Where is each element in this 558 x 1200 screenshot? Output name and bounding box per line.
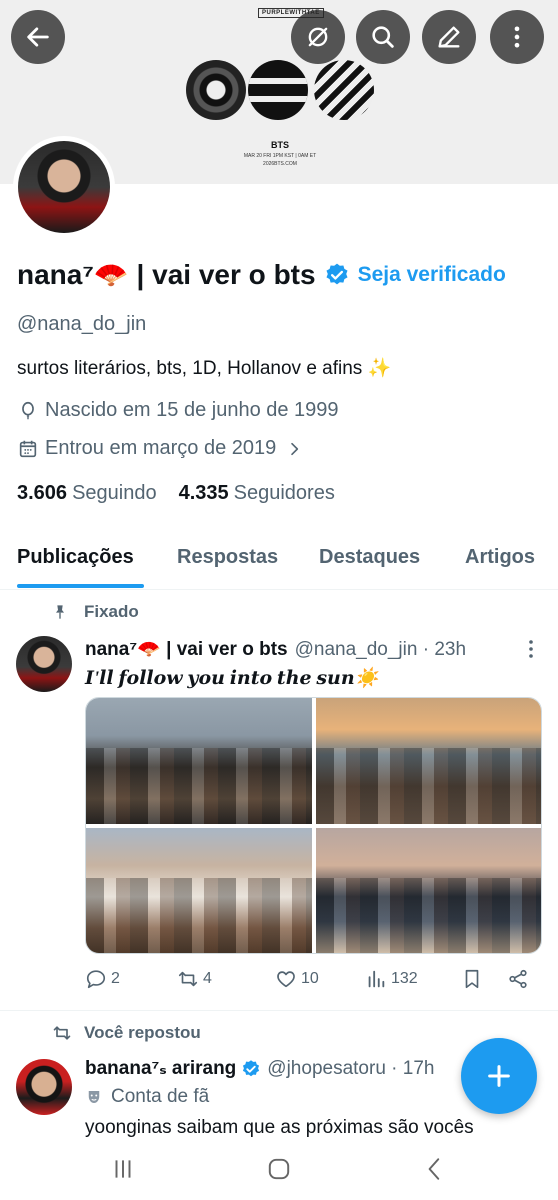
birth-date-row: Nascido em 15 de junho de 1999 <box>17 399 339 422</box>
repost-icon <box>178 971 198 987</box>
repost-button[interactable]: 4 <box>177 968 212 990</box>
following-label: Seguindo <box>72 482 157 504</box>
reply-count: 2 <box>111 970 120 987</box>
tweet-header-2: banana⁷ₛ arirang @jhopesatoru · 17h <box>85 1057 475 1080</box>
verified-badge-icon <box>326 263 348 284</box>
profile-handle: @nana_do_jin <box>17 313 147 335</box>
fan-account-label: Conta de fã <box>111 1086 210 1107</box>
views-count: 132 <box>391 970 418 987</box>
edit-button[interactable] <box>422 10 476 64</box>
tweet-author-name[interactable]: nana⁷🪭 | vai ver o bts <box>85 637 288 661</box>
banner-title: BTS <box>271 140 289 150</box>
recent-apps-button[interactable] <box>108 1154 138 1184</box>
arrow-left-icon <box>27 27 49 47</box>
more-options-button[interactable] <box>490 10 544 64</box>
followers-label: Seguidores <box>233 482 335 504</box>
tweet-more-icon[interactable] <box>522 638 540 660</box>
like-button[interactable]: 10 <box>275 968 319 990</box>
more-vertical-icon <box>514 26 520 48</box>
tweet-photo-1[interactable] <box>86 698 312 824</box>
tweet-divider <box>0 1010 558 1011</box>
plus-icon <box>488 1065 510 1087</box>
reply-button[interactable]: 2 <box>85 968 120 990</box>
tweet-actions: 2 4 10 132 <box>85 968 535 998</box>
followers-count: 4.335 <box>178 482 229 504</box>
joined-date-text: Entrou em março de 2019 <box>45 437 277 459</box>
tweet-avatar[interactable] <box>16 636 72 692</box>
pinned-label: Fixado <box>84 602 139 621</box>
search-icon <box>372 26 394 48</box>
tweet-photo-2[interactable] <box>315 698 541 824</box>
tab-highlights[interactable]: Destaques <box>319 546 420 569</box>
birth-date-text: Nascido em 15 de junho de 1999 <box>45 399 339 421</box>
back-button[interactable] <box>11 10 65 64</box>
like-count: 10 <box>301 970 319 987</box>
tweet-author-handle-2[interactable]: @jhopesatoru · 17h <box>267 1058 434 1080</box>
album-disc-3 <box>314 60 374 120</box>
bookmark-button[interactable] <box>461 968 487 990</box>
tweet-photo-3[interactable] <box>86 827 312 953</box>
tweet-photo-4[interactable] <box>315 827 541 953</box>
active-tab-indicator <box>17 584 144 588</box>
tweet-text: 𝑰'𝒍𝒍 𝒇𝒐𝒍𝒍𝒐𝒘 𝒚𝒐𝒖 𝒊𝒏𝒕𝒐 𝒕𝒉𝒆 𝒔𝒖𝒏☀️ <box>85 668 379 689</box>
tab-posts[interactable]: Publicações <box>17 546 134 569</box>
reply-icon <box>86 970 106 989</box>
share-button[interactable] <box>507 968 533 990</box>
views-button[interactable]: 132 <box>365 968 418 990</box>
chevron-left-icon <box>428 1158 440 1180</box>
following-link[interactable]: 3.606 Seguindo <box>17 482 157 505</box>
album-disc-1 <box>186 60 246 120</box>
tab-articles[interactable]: Artigos <box>465 546 535 569</box>
repost-indicator: Você repostou <box>52 1023 201 1043</box>
profile-avatar[interactable] <box>13 136 115 238</box>
home-icon <box>268 1158 290 1180</box>
recent-apps-icon <box>115 1160 131 1178</box>
pencil-icon <box>438 26 460 48</box>
home-button[interactable] <box>264 1154 294 1184</box>
verified-badge-icon-2 <box>243 1059 260 1076</box>
following-count: 3.606 <box>17 482 68 504</box>
system-navigation-bar <box>0 1140 558 1200</box>
tweet-avatar-2[interactable] <box>16 1059 72 1115</box>
fan-account-label-row: Conta de fã <box>85 1086 209 1108</box>
repost-count: 4 <box>203 970 212 987</box>
tweet-header: nana⁷🪭 | vai ver o bts @nana_do_jin · 23… <box>85 637 466 661</box>
analytics-icon <box>368 970 385 988</box>
profile-tabs: Publicações Respostas Destaques Artigos <box>0 534 558 590</box>
profile-name-row: nana⁷🪭 | vai ver o bts Seja verificado <box>17 258 506 291</box>
profile-name: nana⁷🪭 | vai ver o bts <box>17 259 316 290</box>
avatar-image <box>18 141 110 233</box>
tweet-media-grid <box>85 697 542 954</box>
get-verified-link[interactable]: Seja verificado <box>358 263 506 287</box>
joined-date-row[interactable]: Entrou em março de 2019 <box>17 437 308 460</box>
heart-icon <box>277 971 295 988</box>
grok-button[interactable] <box>291 10 345 64</box>
balloon-icon <box>22 401 34 419</box>
system-back-button[interactable] <box>420 1154 450 1184</box>
followers-link[interactable]: 4.335 Seguidores <box>179 482 335 505</box>
album-disc-2 <box>248 60 308 120</box>
pinned-indicator: Fixado <box>52 602 139 622</box>
bookmark-icon <box>465 969 479 989</box>
tweet-text-2: yoonginas saibam que as próximas são voc… <box>85 1117 474 1138</box>
repost-small-icon <box>53 1026 71 1040</box>
tweet-author-handle[interactable]: @nana_do_jin · 23h <box>295 639 466 661</box>
calendar-icon <box>19 440 37 457</box>
tweet-author-name-2[interactable]: banana⁷ₛ arirang <box>85 1057 236 1080</box>
share-icon <box>509 969 527 989</box>
search-button[interactable] <box>356 10 410 64</box>
repost-label: Você repostou <box>84 1023 201 1042</box>
pin-icon <box>56 605 64 619</box>
chevron-right-icon <box>291 442 299 455</box>
tab-replies[interactable]: Respostas <box>177 546 278 569</box>
follow-stats: 3.606 Seguindo 4.335 Seguidores <box>17 482 335 505</box>
theater-mask-icon <box>88 1091 100 1103</box>
grok-icon <box>308 27 328 47</box>
banner-site: 2026BTS.COM <box>263 161 297 167</box>
banner-date: MAR 20 FRI 1PM KST | 0AM ET <box>243 153 317 159</box>
compose-post-button[interactable] <box>461 1038 537 1114</box>
profile-bio: surtos literários, bts, 1D, Hollanov e a… <box>17 358 392 379</box>
